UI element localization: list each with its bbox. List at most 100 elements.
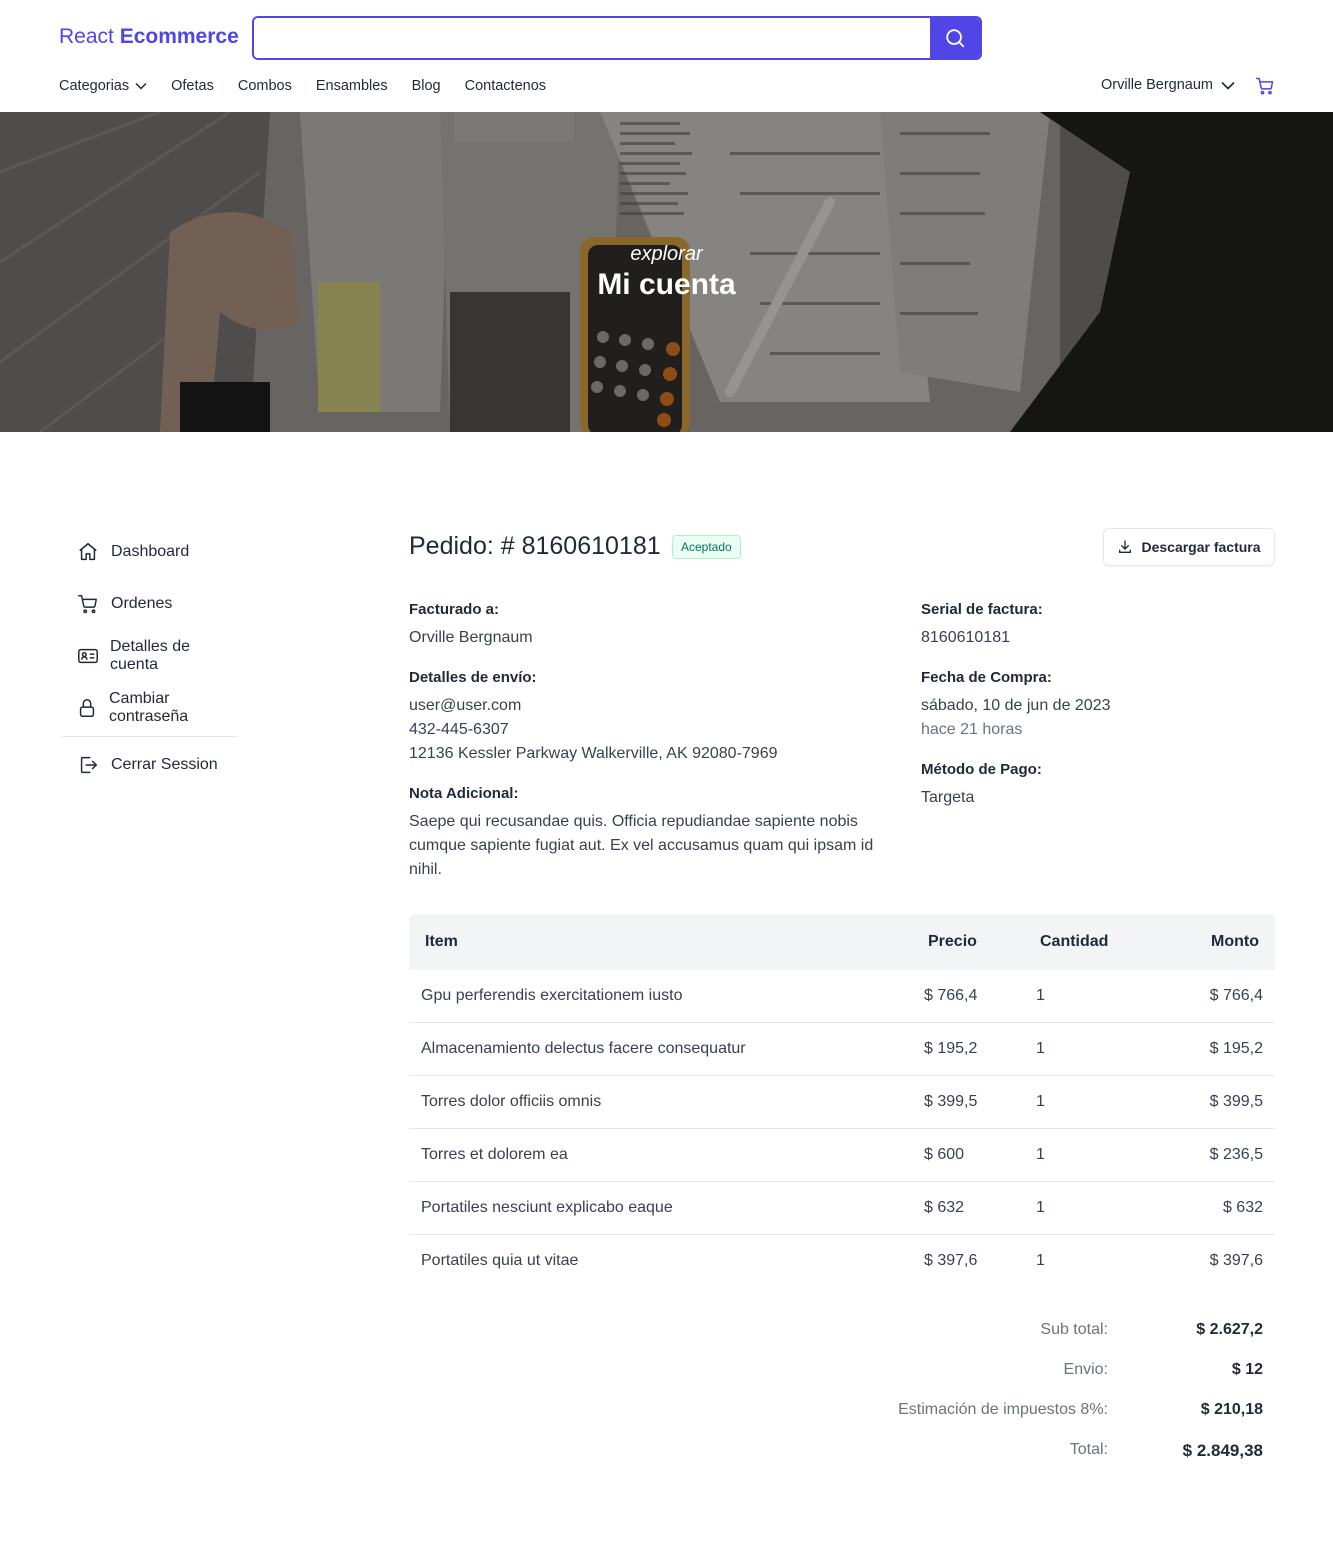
cell-item: Torres dolor officiis omnis [421,1093,602,1110]
nav-label: Ensambles [315,78,388,94]
shipping-cost-label: Envio: [1063,1361,1108,1378]
nav-categorias[interactable]: Categorias [59,77,147,95]
table-row: Almacenamiento delectus facere consequat… [409,1023,1275,1076]
cart-icon [76,592,100,616]
cell-cantidad: 1 [1036,1252,1045,1269]
payment-label: Método de Pago: [921,761,1042,778]
shipping-label: Detalles de envío: [409,669,537,686]
search-button[interactable] [930,18,980,58]
order-title: Pedido: # 8160610181 [409,532,661,560]
nav-contactenos[interactable]: Contactenos [465,77,546,95]
nav-label: Categorias [59,78,130,94]
cart-button[interactable] [1255,76,1275,101]
cart-icon [1255,77,1274,95]
shipping-email: user@user.com [409,697,522,714]
nav-label: Blog [411,78,441,94]
hero-title: Mi cuenta [597,268,736,301]
date-relative: hace 21 horas [921,721,1023,738]
order-items-table: Item Precio Cantidad Monto Gpu perferend… [409,914,1275,1288]
table-row: Portatiles nesciunt explicabo eaque $ 63… [409,1182,1275,1235]
shipping-address: 12136 Kessler Parkway Walkerville, AK 92… [409,745,778,762]
search-icon [946,29,965,48]
header-item: Item [425,933,458,950]
hero-subtitle: explorar [630,243,703,265]
chevron-down-icon [135,82,147,90]
download-invoice-label: Descargar factura [1141,539,1261,555]
billed-to-value: Orville Bergnaum [409,629,533,646]
logo-bold: Ecommerce [119,25,239,48]
cell-precio: $ 632 [924,1199,965,1216]
payment-value: Targeta [921,789,975,806]
user-menu[interactable]: Orville Bergnaum [1101,77,1235,93]
cell-monto: $ 399,5 [1209,1093,1263,1110]
header-cantidad: Cantidad [1040,933,1109,950]
cell-cantidad: 1 [1036,987,1045,1004]
cell-cantidad: 1 [1036,1040,1045,1057]
sidebar-item-detalles[interactable]: Detalles de cuenta [62,632,237,680]
cell-item: Almacenamiento delectus facere consequat… [421,1040,746,1057]
cell-monto: $ 632 [1222,1199,1263,1216]
subtotal-value: $ 2.627,2 [1196,1321,1263,1338]
shipping-phone: 432-445-6307 [409,721,509,738]
lock-icon [76,696,98,720]
nav-label: Combos [237,78,292,94]
cell-cantidad: 1 [1036,1146,1045,1163]
nav-blog[interactable]: Blog [412,77,441,95]
nav-combos[interactable]: Combos [238,77,292,95]
table-row: Gpu perferendis exercitationem iusto $ 7… [409,970,1275,1023]
cell-item: Gpu perferendis exercitationem iusto [421,987,683,1004]
user-name: Orville Bergnaum [1101,77,1214,93]
cell-cantidad: 1 [1036,1199,1045,1216]
sidebar-item-label: Ordenes [111,595,173,612]
total-label: Total: [1069,1441,1108,1458]
header-precio: Precio [928,933,977,950]
billed-to-label: Facturado a: [409,601,500,618]
sidebar-item-dashboard[interactable]: Dashboard [62,528,237,576]
logo-light: React [59,25,114,48]
nav-label: Contactenos [464,78,547,94]
search-bar [252,16,982,60]
main-nav: Categorias Ofetas Combos Ensambles Blog … [59,77,570,95]
cell-item: Torres et dolorem ea [421,1146,568,1163]
nav-label: Ofetas [171,78,214,94]
sidebar-item-label: Dashboard [111,543,190,560]
cell-monto: $ 236,5 [1209,1146,1263,1163]
table-row: Portatiles quia ut vitae $ 397,6 1 $ 397… [409,1235,1275,1288]
chevron-down-icon [1221,81,1235,90]
tax-label: Estimación de impuestos 8%: [898,1401,1108,1418]
serial-label: Serial de factura: [921,601,1043,618]
cell-item: Portatiles quia ut vitae [421,1252,579,1269]
download-icon [1119,540,1132,553]
sidebar-item-label: Cerrar Session [111,756,218,773]
sidebar-divider [62,736,237,737]
nav-ensambles[interactable]: Ensambles [316,77,388,95]
site-header: React Ecommerce Categorias Ofetas Combos… [0,0,1333,112]
table-row: Torres dolor officiis omnis $ 399,5 1 $ … [409,1076,1275,1129]
sidebar-item-ordenes[interactable]: Ordenes [62,580,237,628]
download-invoice-button[interactable]: Descargar factura [1103,528,1275,566]
id-card-icon [76,644,99,668]
serial-value: 8160610181 [921,629,1010,646]
sidebar-item-label: Cambiar contraseña [109,690,189,725]
shipping-cost-value: $ 12 [1231,1361,1263,1378]
cell-precio: $ 399,5 [924,1093,978,1110]
date-value: sábado, 10 de jun de 2023 [921,697,1111,714]
sidebar-item-label: Detalles de cuenta [110,638,191,673]
search-input[interactable] [254,18,934,58]
cell-monto: $ 195,2 [1209,1040,1263,1057]
date-label: Fecha de Compra: [921,669,1052,686]
table-header: Item Precio Cantidad Monto [409,914,1275,970]
status-badge: Aceptado [672,535,741,559]
cell-precio: $ 195,2 [924,1040,978,1057]
logo[interactable]: React Ecommerce [59,25,239,49]
cell-monto: $ 397,6 [1209,1252,1263,1269]
note-label: Nota Adicional: [409,785,519,802]
account-sidebar: Dashboard Ordenes Detalles de cuenta Cam… [62,528,237,793]
cell-precio: $ 397,6 [924,1252,978,1269]
sidebar-item-contrasena[interactable]: Cambiar contraseña [62,684,237,732]
cell-item: Portatiles nesciunt explicabo eaque [421,1199,673,1216]
logout-icon [76,753,100,777]
nav-ofetas[interactable]: Ofetas [171,77,214,95]
logout-button[interactable]: Cerrar Session [62,741,237,789]
home-icon [76,540,100,564]
